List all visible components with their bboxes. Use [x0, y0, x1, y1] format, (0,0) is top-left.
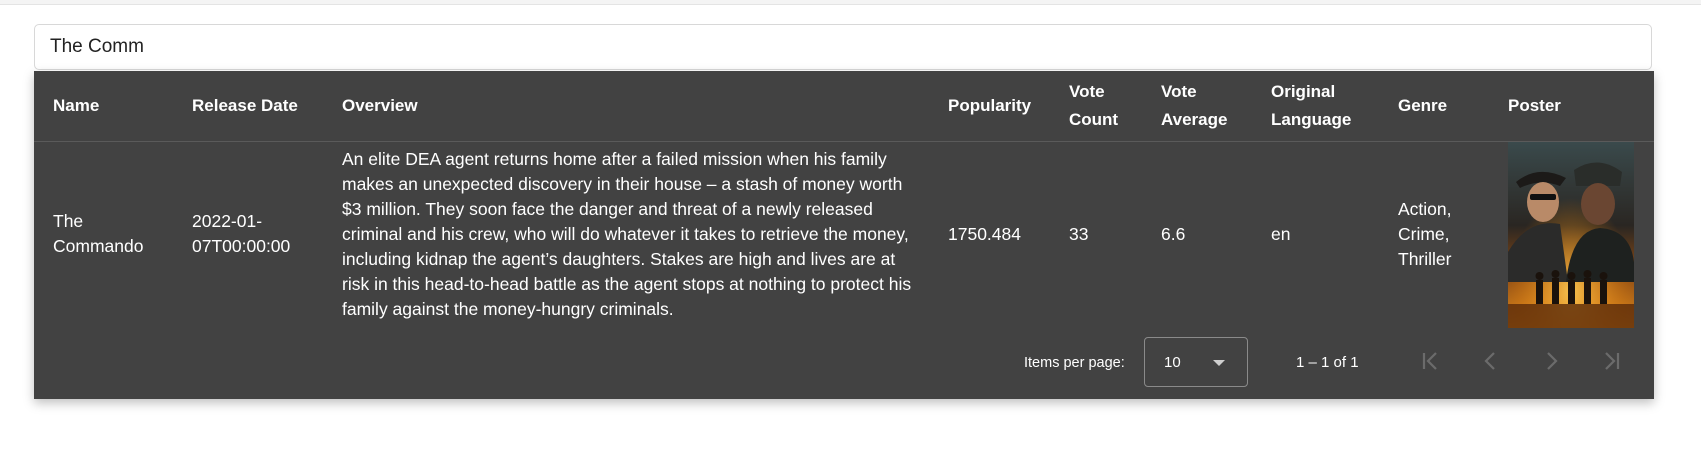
table-header-row: Name Release Date Overview Popularity Vo… [34, 71, 1654, 142]
chevron-down-icon [1213, 360, 1225, 366]
header-overview[interactable]: Overview [342, 92, 418, 120]
top-bar [0, 0, 1701, 5]
header-vote-average[interactable]: Vote Average [1161, 78, 1227, 134]
cell-name-line2: Commando [53, 236, 144, 256]
header-original-language-line1: Original [1271, 82, 1336, 101]
items-per-page-value: 10 [1164, 354, 1181, 371]
header-original-language-line2: Language [1271, 110, 1352, 129]
header-popularity[interactable]: Popularity [948, 92, 1031, 120]
header-genre[interactable]: Genre [1398, 92, 1447, 120]
header-vote-count-line1: Vote [1069, 82, 1105, 101]
header-poster[interactable]: Poster [1508, 92, 1561, 120]
last-page-icon [1605, 352, 1620, 370]
paginator: Items per page: 10 1 – 1 of 1 [34, 329, 1654, 399]
cell-release-date-line2: 07T00:00:00 [192, 236, 291, 256]
cell-genre-line2: Crime, [1398, 224, 1450, 244]
header-release-date[interactable]: Release Date [192, 92, 298, 120]
cell-release-date: 2022-01- 07T00:00:00 [192, 209, 290, 259]
header-vote-count-line2: Count [1069, 110, 1119, 129]
first-page-icon [1422, 352, 1437, 370]
cell-release-date-line1: 2022-01- [192, 211, 263, 231]
cell-genre-line1: Action, [1398, 199, 1452, 219]
cell-genre-line3: Thriller [1398, 249, 1452, 269]
cell-genre: Action, Crime, Thriller [1398, 197, 1452, 272]
header-vote-average-line2: Average [1161, 110, 1228, 129]
header-vote-average-line1: Vote [1161, 82, 1197, 101]
search-field[interactable] [34, 24, 1652, 70]
header-original-language[interactable]: Original Language [1271, 78, 1351, 134]
movies-table: Name Release Date Overview Popularity Vo… [34, 71, 1654, 399]
previous-page-button[interactable] [1475, 345, 1507, 377]
chevron-right-icon [1547, 352, 1558, 370]
items-per-page-select[interactable]: 10 [1144, 337, 1248, 387]
range-label: 1 – 1 of 1 [1296, 354, 1359, 371]
first-page-button[interactable] [1415, 345, 1447, 377]
cell-name-line1: The [53, 211, 84, 231]
header-name[interactable]: Name [53, 92, 99, 120]
cell-original-language: en [1271, 224, 1291, 244]
cell-vote-average: 6.6 [1161, 224, 1186, 244]
poster-image [1508, 142, 1634, 328]
cell-popularity: 1750.484 [948, 224, 1021, 244]
cell-overview: An elite DEA agent returns home after a … [342, 149, 912, 319]
last-page-button[interactable] [1595, 345, 1627, 377]
cell-vote-count: 33 [1069, 224, 1089, 244]
header-vote-count[interactable]: Vote Count [1069, 78, 1118, 134]
items-per-page-label: Items per page: [1024, 355, 1125, 371]
cell-name: The Commando [53, 209, 143, 259]
next-page-button[interactable] [1535, 345, 1567, 377]
search-input[interactable] [35, 25, 1651, 69]
chevron-left-icon [1484, 352, 1495, 370]
